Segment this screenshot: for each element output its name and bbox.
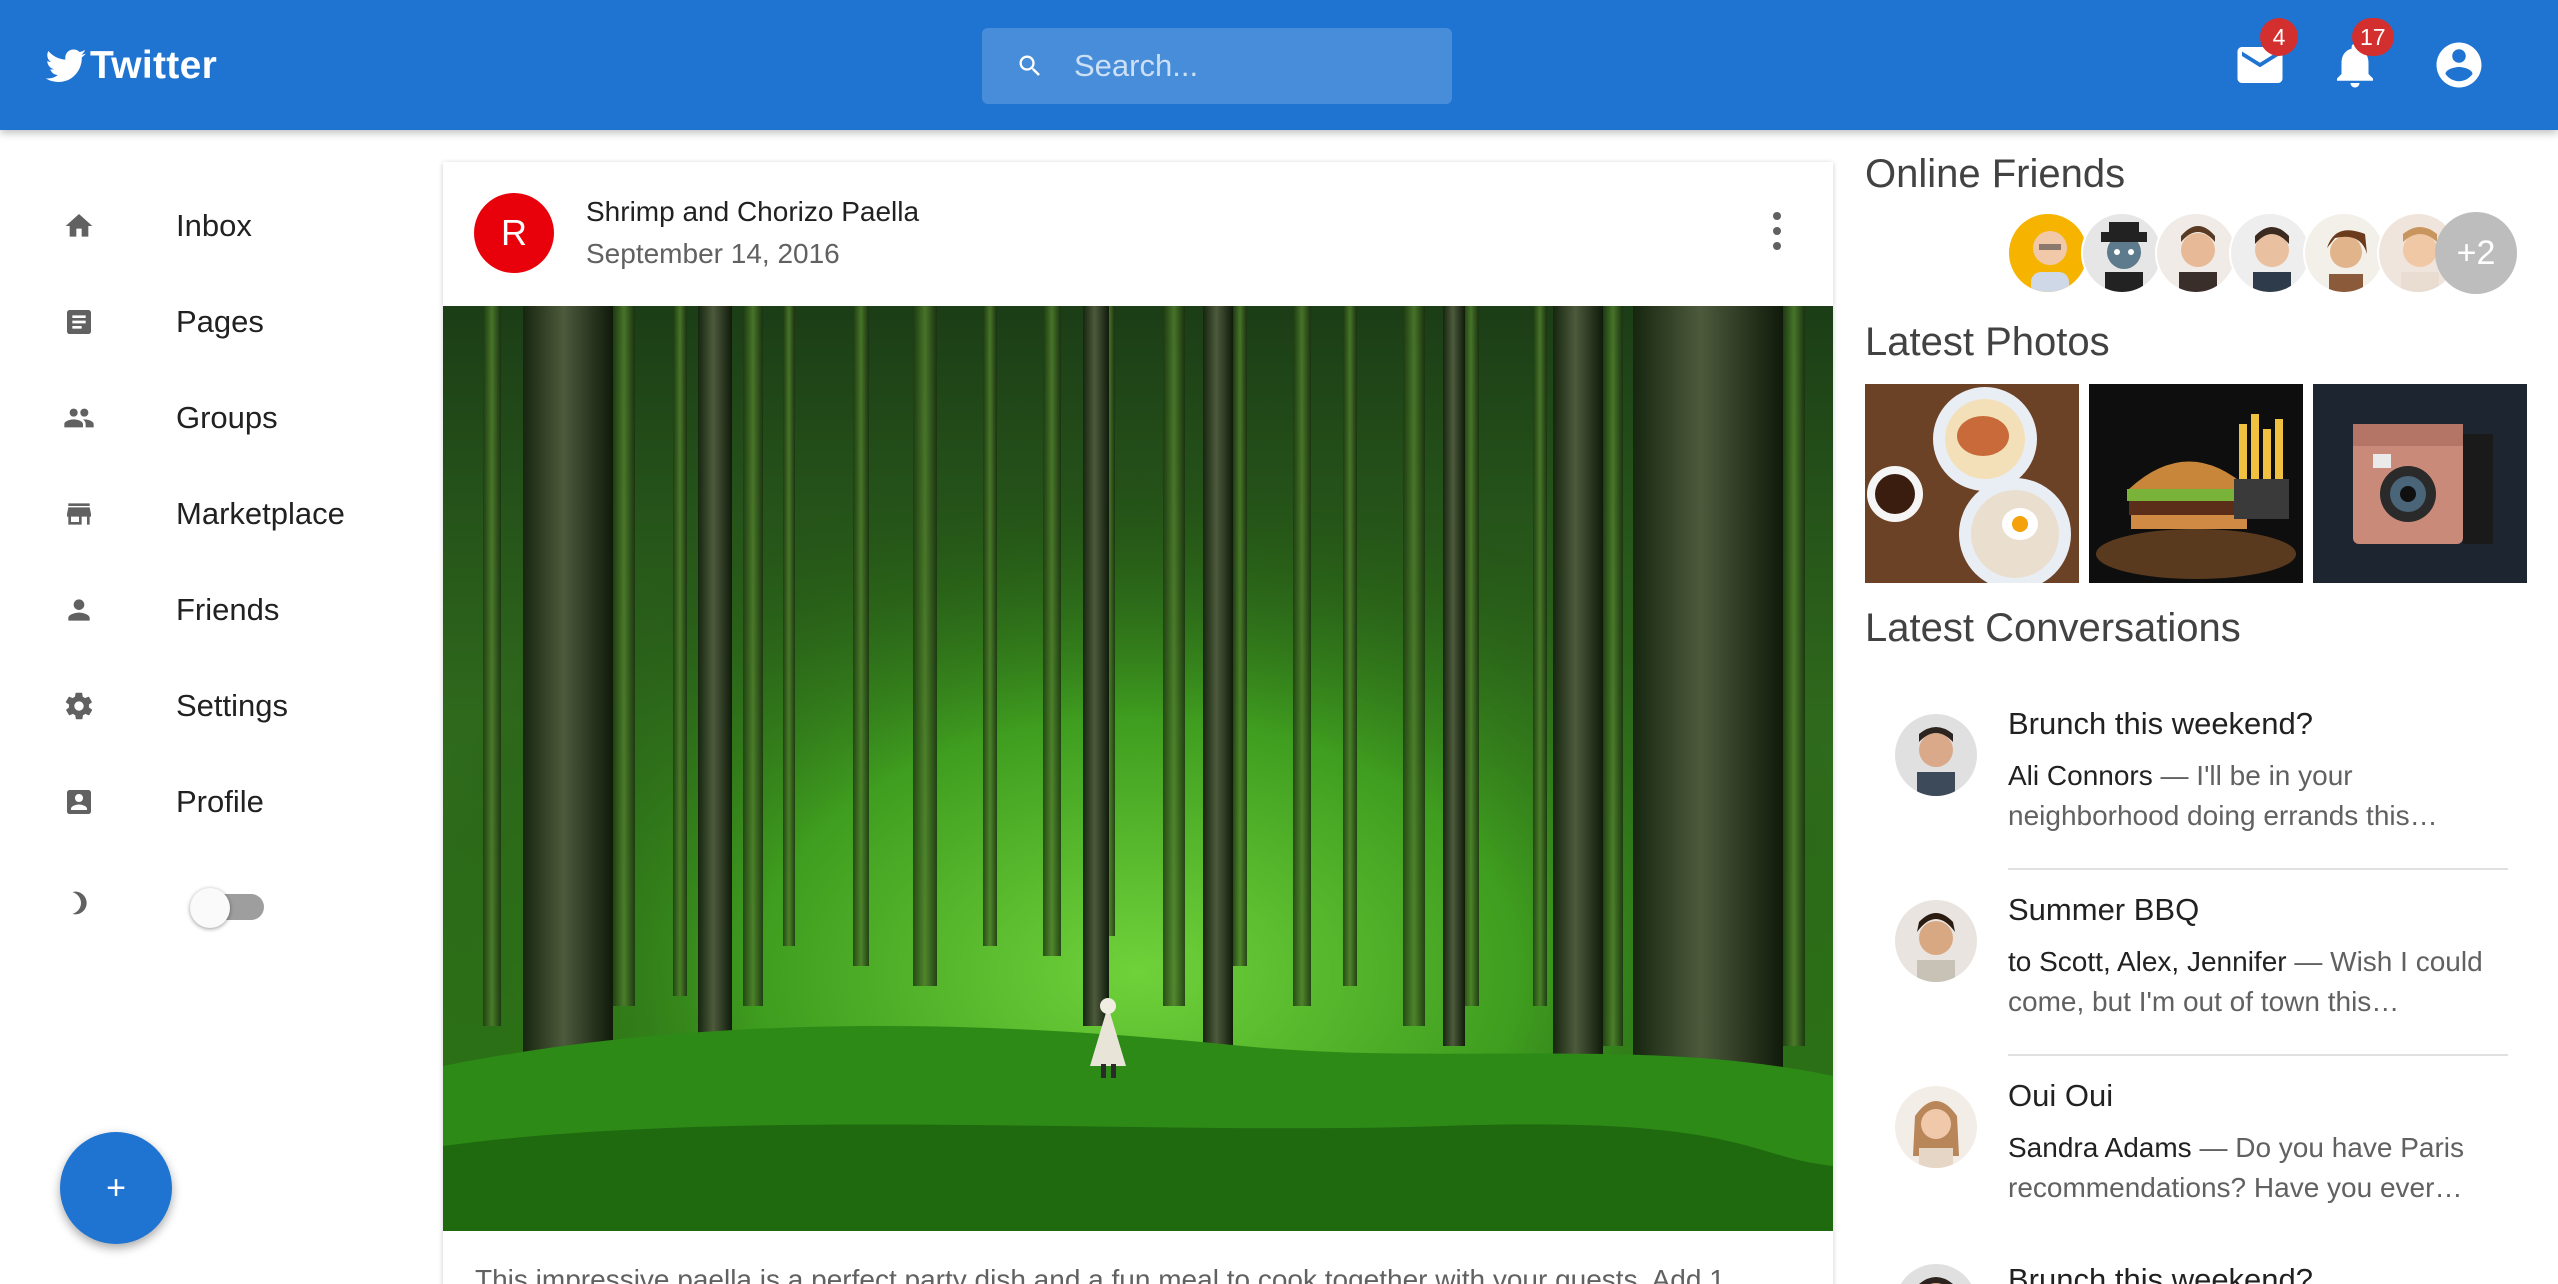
photo-burger[interactable] <box>2089 384 2303 583</box>
conversation-sender: Ali Connors <box>2008 760 2153 791</box>
conversation-avatar <box>1895 1264 1977 1284</box>
nav-item-settings[interactable]: Settings <box>0 658 420 754</box>
people-icon <box>62 401 96 435</box>
conversation-sender: to Scott, Alex, Jennifer <box>2008 946 2287 977</box>
post-text: This impressive paella is a perfect part… <box>475 1264 1725 1284</box>
conversation-item[interactable]: Brunch this weekend? Ali Connors — I'll … <box>1865 684 2525 870</box>
nav-item-label: Inbox <box>176 208 252 243</box>
post-header: R Shrimp and Chorizo Paella September 14… <box>443 162 1833 306</box>
dark-mode-row <box>0 855 420 951</box>
conversation-preview: to Scott, Alex, Jennifer — Wish I could … <box>2008 942 2488 1022</box>
brand-name: Twitter <box>90 44 218 87</box>
search-icon <box>1019 55 1040 76</box>
latest-photos-title: Latest Photos <box>1865 320 2110 364</box>
conversation-title: Brunch this weekend? <box>2008 706 2314 741</box>
nav-drawer: Inbox Pages Groups Marketplace Friends S… <box>0 130 420 1284</box>
app-bar: Twitter 4 17 <box>0 0 2558 130</box>
photo-camera[interactable] <box>2313 384 2527 583</box>
contact-card-icon <box>62 785 96 819</box>
conversation-title: Brunch this weekend? <box>2008 1262 2314 1284</box>
conversation-title: Summer BBQ <box>2008 892 2200 927</box>
conversation-preview: Ali Connors — I'll be in your neighborho… <box>2008 756 2488 836</box>
search-box[interactable] <box>982 28 1452 104</box>
store-icon <box>62 497 96 531</box>
post-date: September 14, 2016 <box>586 238 840 269</box>
post-image <box>443 306 1833 1231</box>
add-fab-button[interactable]: + <box>60 1132 172 1244</box>
conversation-snippet-continued: come, but I'm out of town this… <box>2008 986 2400 1017</box>
friend-avatar[interactable] <box>2081 212 2163 294</box>
conversation-sender: Sandra Adams <box>2008 1132 2192 1163</box>
conversation-item[interactable]: Brunch this weekend? <box>1865 1242 2525 1284</box>
online-friends-title: Online Friends <box>1865 152 2126 196</box>
post-title: Shrimp and Chorizo Paella <box>586 196 920 227</box>
nav-item-groups[interactable]: Groups <box>0 370 420 466</box>
nav-item-label: Friends <box>176 592 280 627</box>
mail-badge: 4 <box>2260 18 2298 56</box>
account-button[interactable] <box>2426 32 2492 98</box>
mail-button[interactable]: 4 <box>2227 18 2298 98</box>
twitter-bird-icon <box>45 49 87 82</box>
conversation-avatar <box>1895 714 1977 796</box>
conversation-snippet: — Do you have Paris <box>2191 1132 2465 1163</box>
conversation-avatar <box>1895 900 1977 982</box>
nav-item-label: Pages <box>176 304 264 339</box>
photo-breakfast[interactable] <box>1865 384 2079 583</box>
author-avatar[interactable]: R <box>474 193 554 273</box>
latest-conversations-title: Latest Conversations <box>1865 606 2241 650</box>
conversation-snippet: — Wish I could <box>2286 946 2483 977</box>
nav-item-label: Settings <box>176 688 289 723</box>
post-card: R Shrimp and Chorizo Paella September 14… <box>443 162 1833 1284</box>
half-moon-icon <box>72 891 87 915</box>
friend-avatar[interactable] <box>2155 212 2237 294</box>
more-friends-count[interactable]: +2 <box>2435 212 2517 294</box>
gear-icon <box>62 689 96 723</box>
conversation-snippet: — I'll be in your <box>2152 760 2353 791</box>
nav-item-friends[interactable]: Friends <box>0 562 420 658</box>
toggle-thumb <box>190 888 230 928</box>
search-input[interactable] <box>1074 48 1434 84</box>
nav-item-marketplace[interactable]: Marketplace <box>0 466 420 562</box>
conversation-title: Oui Oui <box>2008 1078 2114 1113</box>
nav-item-pages[interactable]: Pages <box>0 274 420 370</box>
account-circle-icon <box>2436 42 2482 88</box>
nav-item-label: Groups <box>176 400 278 435</box>
home-icon <box>62 209 96 243</box>
conversation-avatar <box>1895 1086 1977 1168</box>
nav-item-profile[interactable]: Profile <box>0 754 420 850</box>
conversation-preview: Sandra Adams — Do you have Paris recomme… <box>2008 1128 2488 1208</box>
friend-avatar[interactable] <box>2303 212 2385 294</box>
conversation-snippet-continued: recommendations? Have you ever… <box>2008 1172 2463 1203</box>
friend-avatar[interactable] <box>2229 212 2311 294</box>
brand[interactable]: Twitter <box>44 38 217 94</box>
conversation-snippet-continued: neighborhood doing errands this… <box>2008 800 2438 831</box>
notifications-badge: 17 <box>2352 18 2394 56</box>
nav-item-label: Marketplace <box>176 496 345 531</box>
conversation-item[interactable]: Summer BBQ to Scott, Alex, Jennifer — Wi… <box>1865 870 2525 1056</box>
nav-item-inbox[interactable]: Inbox <box>0 178 420 274</box>
conversation-item[interactable]: Oui Oui Sandra Adams — Do you have Paris… <box>1865 1056 2525 1242</box>
person-icon <box>62 593 96 627</box>
nav-item-label: Profile <box>176 784 264 819</box>
dark-mode-toggle[interactable] <box>190 888 268 928</box>
article-icon <box>62 305 96 339</box>
more-vert-icon[interactable] <box>1769 206 1785 256</box>
notifications-button[interactable]: 17 <box>2322 18 2394 98</box>
friend-avatar[interactable] <box>2007 212 2089 294</box>
